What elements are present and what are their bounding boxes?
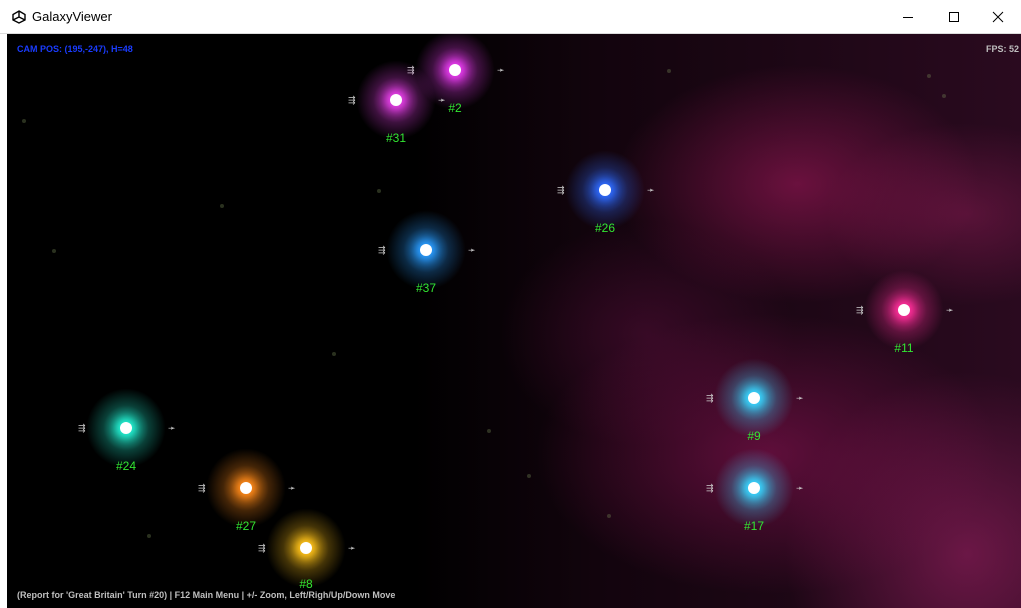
fleet-arrow-icon[interactable]: ⇶ [378,246,386,255]
fleet-arrow-icon[interactable]: ⇶ [258,544,266,553]
window-title: GalaxyViewer [32,9,112,24]
galaxy-viewport[interactable]: CAM POS: (195,-247), H=48 FPS: 52 (Repor… [7,34,1021,608]
close-icon [992,11,1004,23]
unity-logo-icon [12,10,26,24]
fleet-arrow-icon[interactable]: ⇶ [78,424,86,433]
system-label: #9 [747,429,761,443]
fleet-arrow-icon[interactable]: ⇶ [706,394,714,403]
close-button[interactable] [975,0,1021,34]
system-label: #8 [299,577,313,591]
system-label: #26 [594,221,616,235]
fleet-arrow-icon[interactable]: ➛ [468,246,476,255]
title-bar: GalaxyViewer [0,0,1021,34]
fleet-arrow-icon[interactable]: ➛ [168,424,176,433]
star-icon [390,94,402,106]
fleet-arrow-icon[interactable]: ➛ [288,484,296,493]
star-icon [420,244,432,256]
system-label: #24 [115,459,137,473]
star-icon [449,64,461,76]
fleet-arrow-icon[interactable]: ⇶ [856,306,864,315]
fleet-arrow-icon[interactable]: ➛ [796,484,804,493]
star-icon [300,542,312,554]
fleet-arrow-icon[interactable]: ➛ [348,544,356,553]
fleet-arrow-icon[interactable]: ➛ [438,96,446,105]
camera-position-readout: CAM POS: (195,-247), H=48 [17,44,133,54]
minimize-icon [903,17,913,18]
system-label: #17 [743,519,765,533]
star-icon [599,184,611,196]
fleet-arrow-icon[interactable]: ➛ [946,306,954,315]
star-icon [748,482,760,494]
fleet-arrow-icon[interactable]: ⇶ [557,186,565,195]
fleet-arrow-icon[interactable]: ⇶ [706,484,714,493]
system-label: #27 [235,519,257,533]
fleet-arrow-icon[interactable]: ⇶ [348,96,356,105]
fps-counter: FPS: 52 [985,44,1019,54]
system-label: #11 [894,341,914,355]
star-icon [120,422,132,434]
status-help-text: (Report for 'Great Britain' Turn #20) | … [17,590,396,600]
minimize-button[interactable] [885,0,931,34]
fleet-arrow-icon[interactable]: ➛ [497,66,505,75]
maximize-icon [949,12,959,22]
fleet-arrow-icon[interactable]: ➛ [796,394,804,403]
system-label: #37 [415,281,437,295]
system-label: #31 [385,131,407,145]
maximize-button[interactable] [931,0,977,34]
star-icon [240,482,252,494]
star-icon [748,392,760,404]
star-icon [898,304,910,316]
fleet-arrow-icon[interactable]: ➛ [647,186,655,195]
fleet-arrow-icon[interactable]: ⇶ [198,484,206,493]
